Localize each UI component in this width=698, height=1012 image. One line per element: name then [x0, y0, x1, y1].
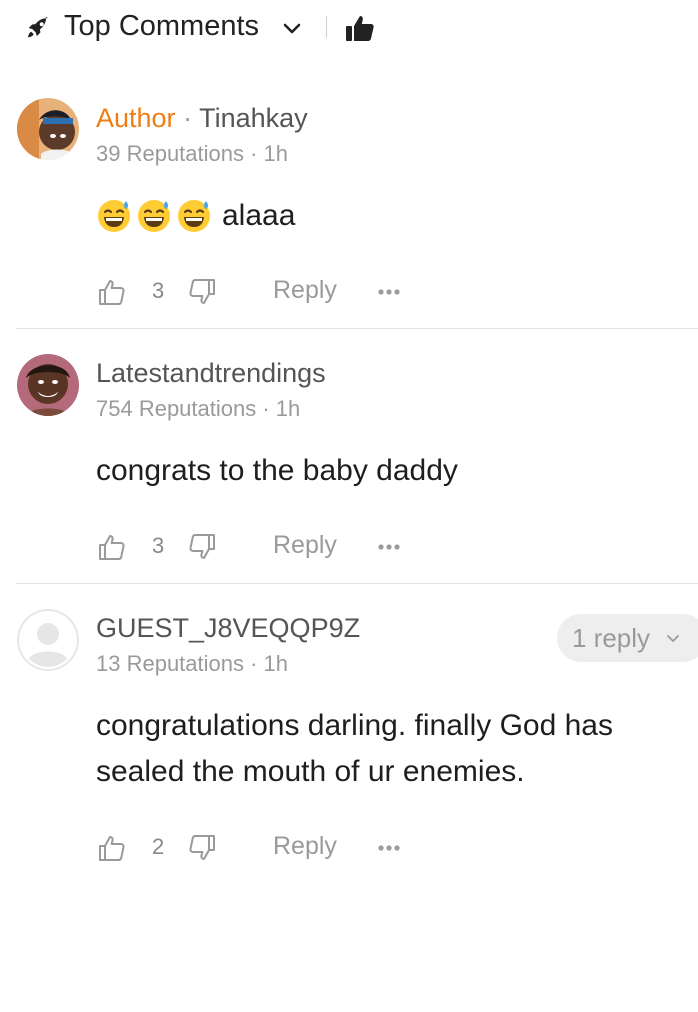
like-count: 3: [152, 278, 165, 303]
dislike-icon[interactable]: [186, 531, 218, 563]
chevron-down-icon: [667, 635, 679, 642]
comment-author-line: Latestandtrendings: [96, 358, 326, 389]
comment-divider: [16, 583, 698, 584]
more-options-icon[interactable]: [376, 840, 406, 856]
comment-author-line: GUEST_J8VEQQP9Z: [96, 613, 360, 644]
comment-meta: 754 Reputations · 1h: [96, 396, 301, 421]
more-options-icon[interactable]: [376, 539, 406, 555]
comment-author-line: Author · Tinahkay: [96, 103, 308, 134]
author-separator: ·: [175, 103, 200, 133]
like-icon[interactable]: [96, 276, 128, 308]
comment-username[interactable]: Tinahkay: [199, 103, 308, 133]
like-icon[interactable]: [96, 832, 128, 864]
like-icon[interactable]: [96, 531, 128, 563]
more-options-icon[interactable]: [376, 284, 406, 300]
sort-dropdown-label[interactable]: Top Comments: [64, 10, 259, 43]
dislike-icon[interactable]: [186, 276, 218, 308]
comment-actions: 3 Reply: [96, 531, 426, 563]
header-divider: [326, 16, 327, 38]
comments-header: Top Comments: [0, 0, 698, 58]
comment-actions: 3 Reply: [96, 276, 426, 308]
reply-button[interactable]: Reply: [273, 832, 337, 861]
comment-divider: [16, 328, 698, 329]
like-count: 2: [152, 834, 165, 859]
author-badge: Author: [96, 103, 176, 133]
dislike-icon[interactable]: [186, 832, 218, 864]
comment-text: alaaa: [222, 199, 296, 232]
reply-button[interactable]: Reply: [273, 531, 337, 560]
avatar[interactable]: [17, 354, 79, 416]
grinning-sweat-emoji: [138, 200, 170, 232]
comment-actions: 2 Reply: [96, 832, 426, 864]
comment-username[interactable]: Latestandtrendings: [96, 358, 326, 388]
comment-meta: 13 Reputations · 1h: [96, 651, 289, 676]
grinning-sweat-emoji: [178, 200, 210, 232]
grinning-sweat-emoji: [98, 200, 130, 232]
avatar[interactable]: [17, 98, 79, 160]
comment-body: alaaa: [96, 198, 295, 234]
avatar[interactable]: [17, 609, 79, 671]
chevron-down-icon[interactable]: [280, 16, 304, 40]
like-count: 3: [152, 533, 165, 558]
comment-text: congrats to the baby daddy: [96, 454, 458, 487]
rocket-icon: [28, 16, 48, 38]
comment-username[interactable]: GUEST_J8VEQQP9Z: [96, 613, 360, 643]
view-replies-button[interactable]: 1 reply: [557, 614, 698, 662]
thumbs-up-icon[interactable]: [344, 13, 376, 43]
reply-button[interactable]: Reply: [273, 276, 337, 305]
view-replies-label: 1 reply: [572, 623, 651, 653]
comment-text: congratulations darling. finally God has…: [96, 709, 613, 788]
comment-meta: 39 Reputations · 1h: [96, 141, 289, 166]
